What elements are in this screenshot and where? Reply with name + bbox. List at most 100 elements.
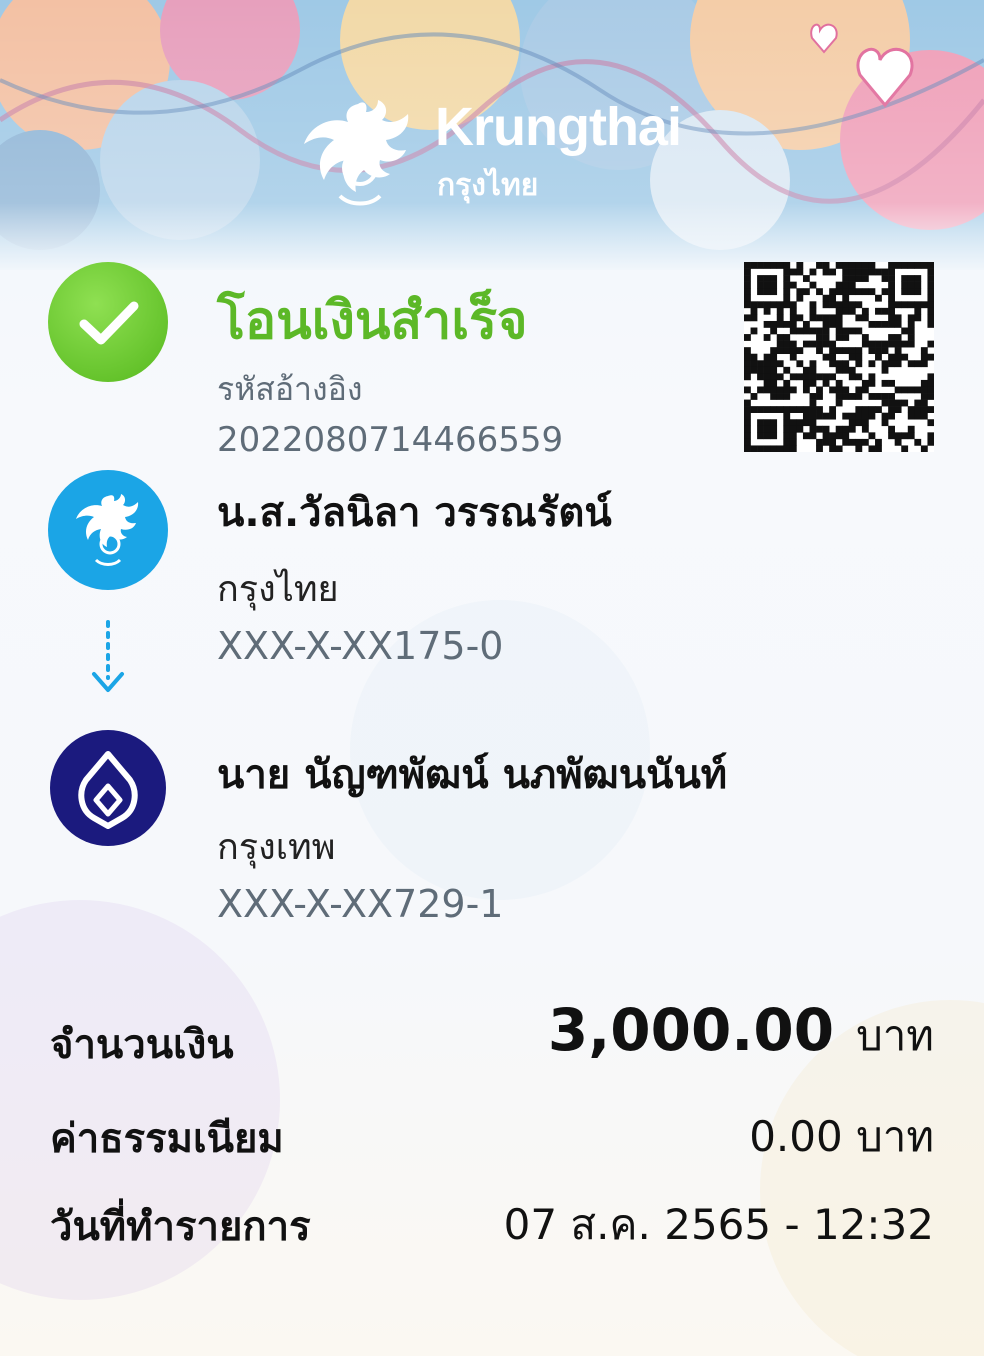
qr-module — [835, 393, 843, 400]
qr-module — [888, 334, 895, 341]
qr-module — [816, 393, 823, 400]
qr-module — [789, 281, 797, 289]
qr-module — [861, 438, 869, 446]
qr-module — [927, 262, 935, 269]
qr-module — [829, 353, 837, 361]
qr-module — [888, 314, 895, 322]
qr-module — [914, 314, 922, 322]
qr-module — [783, 393, 791, 400]
qr-module — [757, 262, 764, 269]
qr-module — [848, 366, 856, 374]
qr-module — [816, 438, 823, 446]
qr-module — [881, 379, 889, 387]
qr-module — [816, 445, 823, 453]
qr-module — [822, 294, 830, 302]
qr-module — [848, 288, 856, 296]
qr-module — [809, 393, 817, 400]
qr-module — [796, 294, 804, 302]
qr-module — [744, 438, 751, 446]
qr-module — [907, 340, 915, 348]
krungthai-logo: Krungthai กรุงไทย — [300, 96, 700, 216]
qr-module — [744, 399, 751, 407]
qr-module — [816, 373, 823, 381]
qr-module — [809, 314, 817, 322]
qr-module — [881, 366, 889, 374]
qr-module — [914, 438, 922, 446]
qr-module — [907, 425, 915, 433]
qr-module — [881, 347, 889, 355]
arrow-down-icon — [88, 618, 128, 698]
qr-module — [894, 438, 902, 446]
qr-module — [848, 347, 856, 355]
qr-module — [842, 412, 850, 420]
qr-module — [829, 386, 837, 394]
qr-module — [881, 399, 889, 407]
qr-module — [888, 399, 895, 407]
qr-module — [914, 301, 922, 309]
qr-module — [763, 425, 771, 433]
qr-module — [894, 399, 902, 407]
qr-module — [816, 262, 823, 269]
qr-module — [789, 268, 797, 276]
qr-module — [894, 386, 902, 394]
qr-module — [927, 307, 935, 315]
qr-module — [901, 340, 909, 348]
qr-module — [796, 347, 804, 355]
qr-module — [829, 347, 837, 355]
qr-module — [868, 320, 876, 328]
qr-module — [894, 353, 902, 361]
qr-module — [835, 399, 843, 407]
qr-module — [757, 360, 764, 368]
qr-module — [763, 307, 771, 315]
qr-module — [789, 445, 797, 453]
qr-module — [842, 386, 850, 394]
qr-module — [907, 327, 915, 335]
qr-module — [842, 307, 850, 315]
qr-module — [757, 406, 764, 413]
qr-module — [744, 347, 751, 355]
qr-module — [868, 373, 876, 381]
qr-module — [888, 301, 895, 309]
qr-module — [796, 406, 804, 413]
qr-module — [888, 320, 895, 328]
qr-module — [861, 268, 869, 276]
qr-module — [861, 275, 869, 282]
qr-module — [829, 301, 837, 309]
qr-module — [920, 386, 928, 394]
qr-module — [809, 399, 817, 407]
qr-module — [920, 399, 928, 407]
qr-module — [816, 425, 823, 433]
qr-module — [770, 262, 778, 269]
qr-module — [848, 353, 856, 361]
qr-module — [809, 425, 817, 433]
qr-module — [927, 353, 935, 361]
verification-qr-code — [744, 262, 935, 453]
qr-module — [868, 432, 876, 440]
qr-module — [914, 360, 922, 368]
qr-module — [809, 432, 817, 440]
qr-module — [763, 373, 771, 381]
qr-module — [750, 314, 758, 322]
qr-module — [901, 353, 909, 361]
qr-module — [914, 275, 922, 282]
qr-module — [868, 268, 876, 276]
qr-module — [861, 406, 869, 413]
qr-module — [770, 425, 778, 433]
qr-module — [770, 327, 778, 335]
qr-module — [881, 320, 889, 328]
qr-module — [783, 320, 791, 328]
qr-module — [875, 393, 882, 400]
qr-module — [888, 360, 895, 368]
qr-module — [770, 373, 778, 381]
qr-module — [829, 432, 837, 440]
qr-module — [783, 294, 791, 302]
amount-unit: บาท — [856, 1011, 934, 1060]
qr-module — [796, 288, 804, 296]
qr-module — [783, 386, 791, 394]
qr-module — [888, 432, 895, 440]
qr-module — [816, 340, 823, 348]
qr-module — [789, 419, 797, 427]
qr-module — [901, 445, 909, 453]
qr-module — [927, 393, 935, 400]
qr-module — [829, 340, 837, 348]
